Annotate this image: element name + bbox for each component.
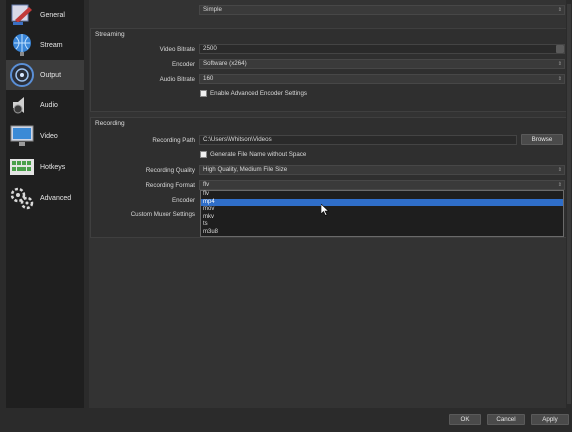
sidebar-item-label: Video [40,132,58,140]
sidebar-item-audio[interactable]: Audio [6,90,84,120]
recording-format-label: Recording Format [145,182,195,189]
video-icon [10,125,34,146]
chevron-updown-icon: ⇕ [557,182,562,188]
no-space-checkbox[interactable] [200,151,207,158]
recording-path-input[interactable]: C:\Users\Whitson\Videos [199,135,517,145]
format-option-flv[interactable]: flv [201,191,563,199]
advanced-encoder-label: Enable Advanced Encoder Settings [210,90,308,97]
custom-muxer-label: Custom Muxer Settings [130,211,195,218]
sidebar-item-label: Audio [40,101,58,109]
recording-quality-select[interactable]: High Quality, Medium File Size ⇕ [199,165,565,175]
advanced-encoder-checkbox[interactable] [200,90,207,97]
sidebar-item-label: Stream [40,41,63,49]
video-bitrate-input[interactable]: 2500 [199,44,565,54]
sidebar-item-label: Output [40,71,62,79]
sidebar-item-output[interactable]: Output [6,60,84,90]
sidebar-item-label: Hotkeys [40,163,66,171]
advanced-icon [10,187,34,210]
output-mode-select[interactable]: Simple ⇕ [199,5,565,15]
cancel-button[interactable]: Cancel [487,414,525,425]
settings-sidebar: General Stream Output Audio Video Hotkey… [6,0,84,408]
recording-format-dropdown: flv mp4 mov mkv ts m3u8 [200,190,564,237]
dialog-button-bar: OK Cancel Apply [0,408,572,432]
output-mode-value: Simple [203,6,222,13]
encoder-select[interactable]: Software (x264) ⇕ [199,59,565,69]
general-icon [11,4,32,25]
ok-button[interactable]: OK [449,414,481,425]
format-option-m3u8[interactable]: m3u8 [201,229,563,237]
encoder-label: Encoder [171,61,195,68]
format-option-mov[interactable]: mov [201,206,563,214]
scroll-thumb[interactable] [567,4,571,404]
video-bitrate-value: 2500 [203,45,217,52]
recording-quality-value: High Quality, Medium File Size [203,166,288,173]
apply-button[interactable]: Apply [531,414,569,425]
streaming-group: Streaming [90,28,568,112]
format-option-mp4[interactable]: mp4 [201,198,563,206]
sidebar-item-advanced[interactable]: Advanced [6,183,84,213]
stream-icon [13,34,31,56]
sidebar-item-video[interactable]: Video [6,121,84,151]
recording-path-label: Recording Path [152,137,195,144]
sidebar-item-stream[interactable]: Stream [6,30,84,60]
recording-quality-label: Recording Quality [145,167,195,174]
audio-bitrate-label: Audio Bitrate [159,76,195,83]
sidebar-item-general[interactable]: General [6,0,84,30]
recording-format-select[interactable]: flv ⇕ [199,180,565,190]
format-option-mkv[interactable]: mkv [201,214,563,222]
main-scrollbar[interactable] [566,0,572,408]
audio-icon [13,97,24,114]
sidebar-item-label: General [40,11,65,19]
sidebar-item-hotkeys[interactable]: Hotkeys [6,152,84,182]
spinner-icon[interactable] [556,45,564,53]
streaming-title: Streaming [95,31,125,38]
recording-title: Recording [95,120,125,127]
audio-bitrate-select[interactable]: 160 ⇕ [199,74,565,84]
chevron-updown-icon: ⇕ [557,76,562,82]
chevron-updown-icon: ⇕ [557,7,562,13]
format-option-ts[interactable]: ts [201,221,563,229]
video-bitrate-label: Video Bitrate [159,46,195,53]
recording-encoder-label: Encoder [171,197,195,204]
chevron-updown-icon: ⇕ [557,61,562,67]
recording-path-value: C:\Users\Whitson\Videos [203,136,272,143]
output-icon [10,63,34,87]
hotkeys-icon [10,159,34,175]
chevron-updown-icon: ⇕ [557,167,562,173]
no-space-label: Generate File Name without Space [210,151,307,158]
encoder-value: Software (x264) [203,60,247,67]
browse-button[interactable]: Browse [521,134,563,145]
sidebar-item-label: Advanced [40,194,72,202]
recording-format-value: flv [203,181,210,188]
mouse-cursor-icon [321,204,329,216]
audio-bitrate-value: 160 [203,75,214,82]
